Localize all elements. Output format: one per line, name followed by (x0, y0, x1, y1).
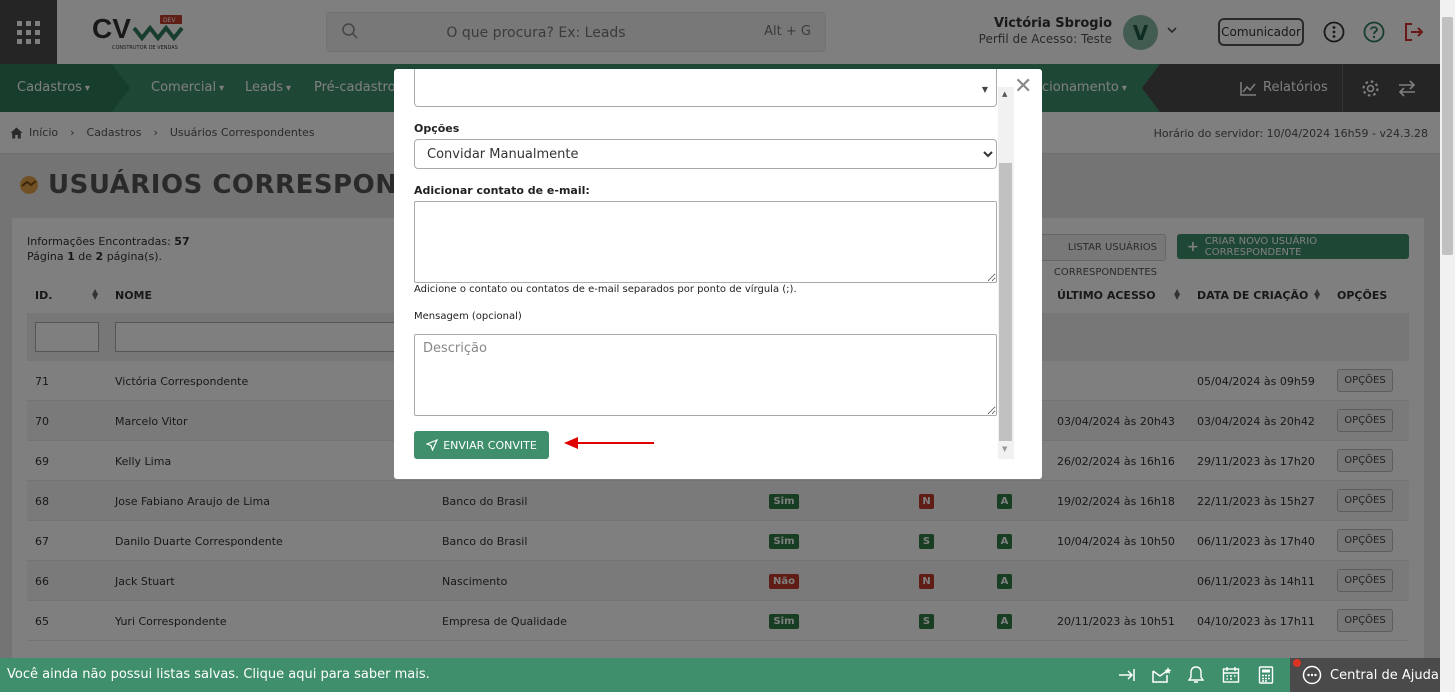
scroll-down-icon[interactable]: ▼ (1002, 445, 1007, 453)
send-invite-button[interactable]: ENVIAR CONVITE (414, 431, 549, 459)
modal-scrollbar-thumb[interactable] (999, 163, 1012, 441)
bottom-bar: Você ainda não possui listas salvas. Cli… (0, 658, 1440, 692)
message-label: Mensagem (opcional) (414, 311, 522, 322)
send-invite-label: ENVIAR CONVITE (443, 438, 537, 452)
bell-icon[interactable] (1188, 666, 1204, 684)
mail-list-icon[interactable] (1152, 666, 1172, 684)
options-select[interactable]: Convidar Manualmente (414, 139, 997, 169)
calculator-icon[interactable] (1258, 666, 1274, 684)
chat-icon (1302, 665, 1322, 685)
scroll-up-icon[interactable]: ▲ (1002, 90, 1007, 98)
saved-lists-message[interactable]: Você ainda não possui listas salvas. Cli… (7, 667, 430, 682)
email-textarea[interactable] (414, 201, 997, 283)
options-label: Opções (414, 122, 460, 135)
expand-right-icon[interactable] (1118, 666, 1136, 684)
top-select-field[interactable]: ▼ (414, 69, 997, 107)
close-icon[interactable]: ✕ (1014, 76, 1032, 98)
chevron-down-icon: ▼ (981, 85, 988, 94)
email-hint: Adicione o contato ou contatos de e-mail… (414, 284, 797, 295)
notification-dot (1293, 659, 1301, 667)
calendar-icon[interactable] (1222, 666, 1240, 684)
help-center-label: Central de Ajuda (1330, 667, 1439, 683)
help-center-button[interactable]: Central de Ajuda (1290, 658, 1440, 692)
email-label: Adicionar contato de e-mail: (414, 184, 590, 197)
paper-plane-icon (426, 439, 439, 451)
red-arrow-annotation (564, 437, 654, 449)
page-scrollbar-thumb[interactable] (1442, 17, 1453, 255)
message-textarea[interactable] (414, 334, 997, 416)
